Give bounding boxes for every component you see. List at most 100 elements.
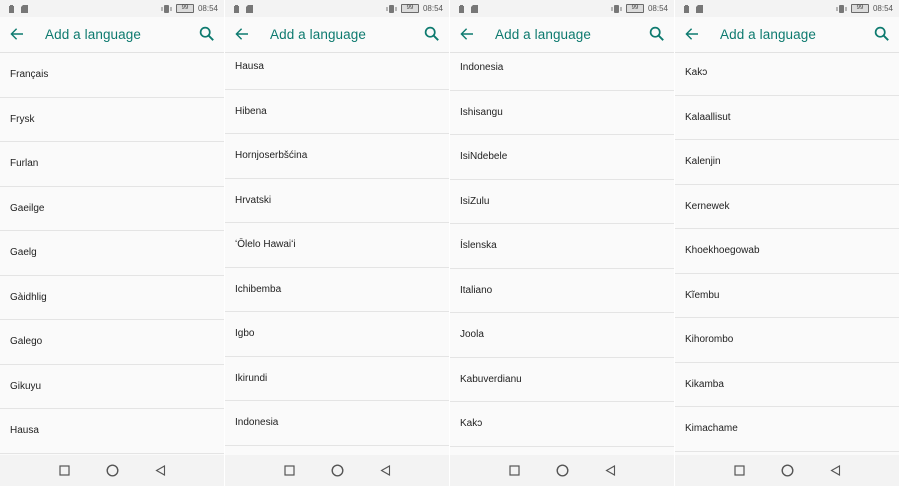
language-item[interactable]: Indonesia — [225, 401, 449, 446]
back-button[interactable] — [377, 463, 393, 479]
language-list: Français Frysk Furlan Gaeilge Gaelg Gàid… — [0, 53, 224, 454]
square-recents-icon — [733, 465, 745, 476]
status-bar: 99 08:54 — [225, 0, 449, 17]
sd-card-icon — [471, 4, 478, 13]
phone-screen-1: 99 08:54 Add a language Français Frysk F… — [0, 0, 225, 486]
language-item[interactable]: IsiNdebele — [450, 135, 674, 180]
search-icon[interactable] — [423, 25, 441, 43]
home-button[interactable] — [779, 463, 795, 479]
vibrate-icon — [161, 4, 172, 13]
home-button[interactable] — [104, 463, 120, 479]
status-bar: 99 08:54 — [450, 0, 674, 17]
language-item[interactable]: Kabuverdianu — [450, 358, 674, 402]
language-list: Indonesia Ishisangu IsiNdebele IsiZulu Í… — [450, 46, 674, 447]
battery-notification-icon — [459, 4, 464, 13]
arrow-back-icon[interactable] — [458, 25, 476, 43]
status-bar: 99 08:54 — [0, 0, 224, 17]
home-button[interactable] — [329, 463, 345, 479]
language-list: Kakɔ Kalaallisut Kalenjin Kernewek Khoek… — [675, 51, 899, 452]
language-item[interactable]: Furlan — [0, 142, 224, 187]
phone-screen-2: 99 08:54 Add a language Hausa Hibena Hor… — [225, 0, 450, 486]
status-time: 08:54 — [197, 4, 218, 13]
phone-screen-4: 99 08:54 Add a language Kakɔ Kalaallisut… — [675, 0, 900, 486]
language-item[interactable]: Français — [0, 53, 224, 98]
language-item[interactable]: Frysk — [0, 98, 224, 142]
language-item[interactable]: Kalenjin — [675, 140, 899, 185]
page-title: Add a language — [45, 27, 141, 42]
back-button[interactable] — [827, 463, 843, 479]
language-item[interactable]: Hausa — [225, 45, 449, 90]
square-recents-icon — [58, 465, 70, 476]
back-button[interactable] — [152, 463, 168, 479]
language-item[interactable]: Ishisangu — [450, 91, 674, 135]
language-item[interactable]: ʻŌlelo Hawaiʻi — [225, 223, 449, 268]
search-icon[interactable] — [648, 25, 666, 43]
vibrate-icon — [386, 4, 397, 13]
app-bar: Add a language — [675, 17, 899, 53]
language-item[interactable]: Kernewek — [675, 185, 899, 229]
battery-icon: 99 — [850, 4, 869, 13]
home-button[interactable] — [554, 463, 570, 479]
language-item[interactable]: Ikirundi — [225, 357, 449, 401]
circle-home-icon — [105, 464, 119, 477]
language-item[interactable]: Hibena — [225, 90, 449, 134]
back-button[interactable] — [602, 463, 618, 479]
battery-notification-icon — [9, 4, 14, 13]
triangle-back-icon — [829, 465, 840, 476]
arrow-back-icon[interactable] — [233, 25, 251, 43]
language-item[interactable]: Ichibemba — [225, 268, 449, 312]
arrow-back-icon[interactable] — [8, 25, 26, 43]
battery-icon: 99 — [625, 4, 644, 13]
language-item[interactable]: Igbo — [225, 312, 449, 357]
circle-home-icon — [330, 464, 344, 477]
language-item[interactable]: Gaeilge — [0, 187, 224, 231]
language-item[interactable]: Italiano — [450, 269, 674, 313]
circle-home-icon — [780, 464, 794, 477]
triangle-back-icon — [154, 465, 165, 476]
language-item[interactable]: Kihorombo — [675, 318, 899, 363]
language-list: Hausa Hibena Hornjoserbšćina Hrvatski ʻŌ… — [225, 45, 449, 446]
triangle-back-icon — [379, 465, 390, 476]
search-icon[interactable] — [873, 25, 891, 43]
status-time: 08:54 — [647, 4, 668, 13]
battery-icon: 99 — [175, 4, 194, 13]
language-item[interactable]: Hausa — [0, 409, 224, 454]
battery-notification-icon — [234, 4, 239, 13]
language-item[interactable]: Indonesia — [450, 46, 674, 91]
square-recents-icon — [508, 465, 520, 476]
recents-button[interactable] — [506, 463, 522, 479]
language-item[interactable]: Hornjoserbšćina — [225, 134, 449, 179]
language-item[interactable]: Hrvatski — [225, 179, 449, 223]
language-item[interactable]: Kimachame — [675, 407, 899, 452]
language-item[interactable]: Kakɔ — [450, 402, 674, 447]
sd-card-icon — [246, 4, 253, 13]
vibrate-icon — [836, 4, 847, 13]
search-icon[interactable] — [198, 25, 216, 43]
battery-icon: 99 — [400, 4, 419, 13]
recents-button[interactable] — [281, 463, 297, 479]
arrow-back-icon[interactable] — [683, 25, 701, 43]
triangle-back-icon — [604, 465, 615, 476]
recents-button[interactable] — [56, 463, 72, 479]
navigation-bar — [225, 455, 449, 486]
language-item[interactable]: Kalaallisut — [675, 96, 899, 140]
language-item[interactable]: Kĩembu — [675, 274, 899, 318]
language-item[interactable]: Khoekhoegowab — [675, 229, 899, 274]
vibrate-icon — [611, 4, 622, 13]
language-item[interactable]: Gàidhlig — [0, 276, 224, 320]
status-time: 08:54 — [422, 4, 443, 13]
language-item[interactable]: Galego — [0, 320, 224, 365]
navigation-bar — [450, 455, 674, 486]
language-item[interactable]: Kakɔ — [675, 51, 899, 96]
navigation-bar — [675, 455, 899, 486]
language-item[interactable]: IsiZulu — [450, 180, 674, 224]
language-item[interactable]: Gaelg — [0, 231, 224, 276]
language-item[interactable]: Joola — [450, 313, 674, 358]
language-item[interactable]: Kikamba — [675, 363, 899, 407]
language-item[interactable]: Gikuyu — [0, 365, 224, 409]
navigation-bar — [0, 455, 224, 486]
page-title: Add a language — [720, 27, 816, 42]
status-time: 08:54 — [872, 4, 893, 13]
language-item[interactable]: Íslenska — [450, 224, 674, 269]
recents-button[interactable] — [731, 463, 747, 479]
